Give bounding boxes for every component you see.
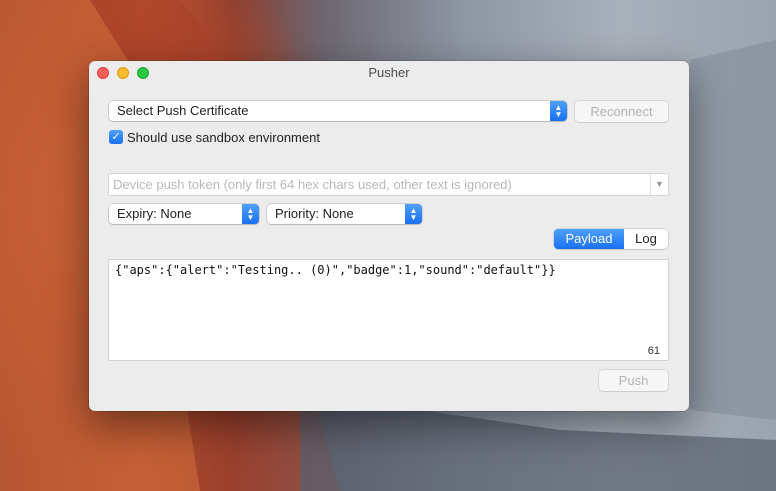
push-button[interactable]: Push [599,370,668,391]
up-down-chevron-icon: ▲ ▼ [242,204,259,224]
priority-popup[interactable]: Priority: None ▲ ▼ [267,204,422,224]
certificate-popup-label: Select Push Certificate [117,103,249,118]
tab-log[interactable]: Log [624,229,668,249]
priority-popup-label: Priority: None [275,206,354,221]
up-down-chevron-icon: ▲ ▼ [405,204,422,224]
window-title: Pusher [368,65,410,80]
device-token-input[interactable] [109,174,657,195]
expiry-popup[interactable]: Expiry: None ▲ ▼ [109,204,259,224]
view-segmented-control: Payload Log [554,229,668,249]
up-down-chevron-icon: ▲ ▼ [550,101,567,121]
title-bar: Pusher [89,61,689,83]
reconnect-button[interactable]: Reconnect [575,101,668,122]
payload-text[interactable]: {"aps":{"alert":"Testing.. (0)","badge":… [115,263,556,277]
sandbox-checkbox[interactable]: ✓ [109,130,123,144]
device-token-combobox[interactable]: ▼ [109,174,668,195]
expiry-popup-label: Expiry: None [117,206,192,221]
checkmark-icon: ✓ [111,131,121,143]
payload-editor[interactable]: {"aps":{"alert":"Testing.. (0)","badge":… [109,260,668,360]
tab-payload[interactable]: Payload [554,229,624,249]
pusher-window: Pusher Select Push Certificate ▲ ▼ Reconn… [89,61,689,411]
certificate-popup[interactable]: Select Push Certificate ▲ ▼ [109,101,567,121]
chevron-down-icon[interactable]: ▼ [650,174,668,195]
sandbox-checkbox-label: Should use sandbox environment [127,130,320,145]
payload-char-count: 61 [647,345,660,357]
